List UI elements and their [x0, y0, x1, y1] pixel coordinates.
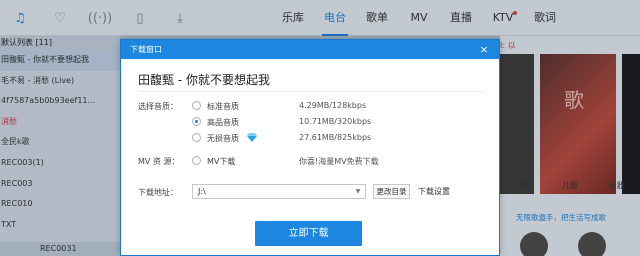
download-path-input[interactable]: J:\ ▼: [192, 184, 366, 199]
quality-standard-radio[interactable]: [192, 101, 201, 110]
path-label: 下载地址：: [138, 188, 178, 197]
download-now-button[interactable]: 立即下载: [255, 221, 362, 246]
quality-standard-size: 4.29MB/128kbps: [299, 101, 367, 110]
quality-lossless-size: 27.61MB/825kbps: [299, 133, 372, 142]
mv-label: MV 资 源：: [138, 157, 180, 166]
dialog-titlebar[interactable]: 下载窗口 ×: [121, 40, 499, 59]
download-settings-link[interactable]: 下载设置: [418, 186, 450, 197]
chevron-down-icon[interactable]: ▼: [351, 185, 365, 198]
dialog-title: 下载窗口: [130, 45, 162, 54]
quality-standard-label[interactable]: 标准音质: [207, 101, 239, 112]
mv-note: 你喜!海量MV免费下载: [299, 157, 379, 166]
quality-label: 选择音质：: [138, 102, 178, 111]
divider: [138, 91, 484, 92]
change-directory-button[interactable]: 更改目录: [373, 184, 410, 199]
close-icon[interactable]: ×: [478, 40, 490, 59]
diamond-icon: [247, 133, 257, 142]
quality-lossless-label[interactable]: 无损音质: [207, 133, 239, 144]
quality-high-label[interactable]: 高品音质: [207, 117, 239, 128]
download-path-value: J:\: [198, 187, 206, 196]
quality-lossless-radio[interactable]: [192, 133, 201, 142]
download-dialog: 下载窗口 × 田馥甄 - 你就不要想起我 选择音质： 标准音质 4.29MB/1…: [120, 39, 500, 256]
mv-download-radio[interactable]: [192, 156, 201, 165]
song-title: 田馥甄 - 你就不要想起我: [138, 73, 270, 87]
quality-high-size: 10.71MB/320kbps: [299, 117, 372, 126]
mv-download-label[interactable]: MV下载: [207, 156, 235, 167]
quality-high-radio[interactable]: [192, 117, 201, 126]
